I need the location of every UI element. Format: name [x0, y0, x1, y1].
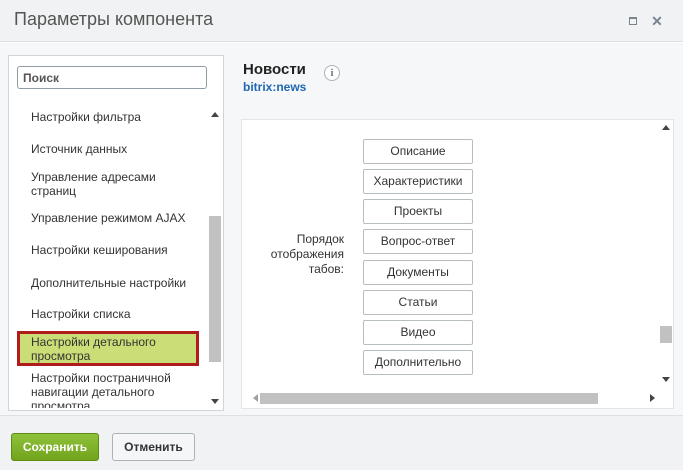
scrollbar-thumb[interactable] — [660, 326, 672, 343]
close-icon[interactable]: ✕ — [650, 14, 664, 28]
settings-sidebar: Настройки фильтра Источник данных Управл… — [8, 55, 224, 411]
parameters-horizontal-scrollbar[interactable] — [250, 391, 658, 405]
scroll-down-arrow-icon[interactable] — [211, 399, 219, 404]
tab-order-item[interactable]: Проекты — [363, 199, 473, 224]
tab-order-item[interactable]: Описание — [363, 139, 473, 164]
sidebar-item-caching[interactable]: Настройки кеширования — [31, 243, 201, 257]
settings-group-list: Настройки фильтра Источник данных Управл… — [9, 98, 207, 408]
sidebar-item-page-urls[interactable]: Управление адресами страниц — [31, 170, 201, 198]
component-name: Новости — [243, 61, 306, 78]
dialog-content: Настройки фильтра Источник данных Управл… — [0, 43, 683, 415]
dialog-titlebar: Параметры компонента ✕ — [0, 0, 683, 42]
tab-order-item[interactable]: Видео — [363, 320, 473, 345]
sidebar-scrollbar[interactable] — [208, 108, 222, 408]
tab-order-item[interactable]: Статьи — [363, 290, 473, 315]
maximize-icon[interactable] — [626, 14, 640, 28]
sidebar-item-detail-view[interactable]: Настройки детального просмотра — [17, 331, 199, 366]
sidebar-item-data-source[interactable]: Источник данных — [31, 142, 201, 156]
parameters-panel: Порядок отображения табов: Описание Хара… — [241, 119, 674, 409]
sidebar-item-detail-pagination[interactable]: Настройки постраничной навигации детальн… — [31, 371, 201, 408]
search-input[interactable] — [17, 66, 207, 89]
scrollbar-thumb[interactable] — [209, 216, 221, 362]
tab-order-item[interactable]: Документы — [363, 260, 473, 285]
parameters-vertical-scrollbar[interactable] — [659, 121, 673, 386]
tab-order-item[interactable]: Характеристики — [363, 169, 473, 194]
cancel-button[interactable]: Отменить — [112, 433, 195, 461]
info-icon[interactable]: i — [324, 65, 340, 81]
tab-order-item[interactable]: Вопрос-ответ — [363, 229, 473, 254]
scroll-up-arrow-icon[interactable] — [211, 112, 219, 117]
scroll-left-arrow-icon[interactable] — [253, 394, 258, 402]
scroll-right-arrow-icon[interactable] — [650, 394, 655, 402]
component-code: bitrix:news — [243, 80, 307, 94]
dialog-footer: Сохранить Отменить — [0, 415, 683, 470]
scroll-up-arrow-icon[interactable] — [662, 125, 670, 130]
dialog-title: Параметры компонента — [14, 9, 214, 29]
tab-order-item[interactable]: Дополнительно — [363, 350, 473, 375]
sidebar-item-additional[interactable]: Дополнительные настройки — [31, 276, 201, 290]
sidebar-item-ajax-mode[interactable]: Управление режимом AJAX — [31, 211, 201, 225]
tabs-order-label: Порядок отображения табов: — [270, 232, 344, 276]
sidebar-item-list-settings[interactable]: Настройки списка — [31, 307, 201, 321]
sidebar-item-filter[interactable]: Настройки фильтра — [31, 110, 201, 124]
save-button[interactable]: Сохранить — [11, 433, 99, 461]
scrollbar-thumb[interactable] — [260, 393, 598, 404]
scroll-down-arrow-icon[interactable] — [662, 377, 670, 382]
